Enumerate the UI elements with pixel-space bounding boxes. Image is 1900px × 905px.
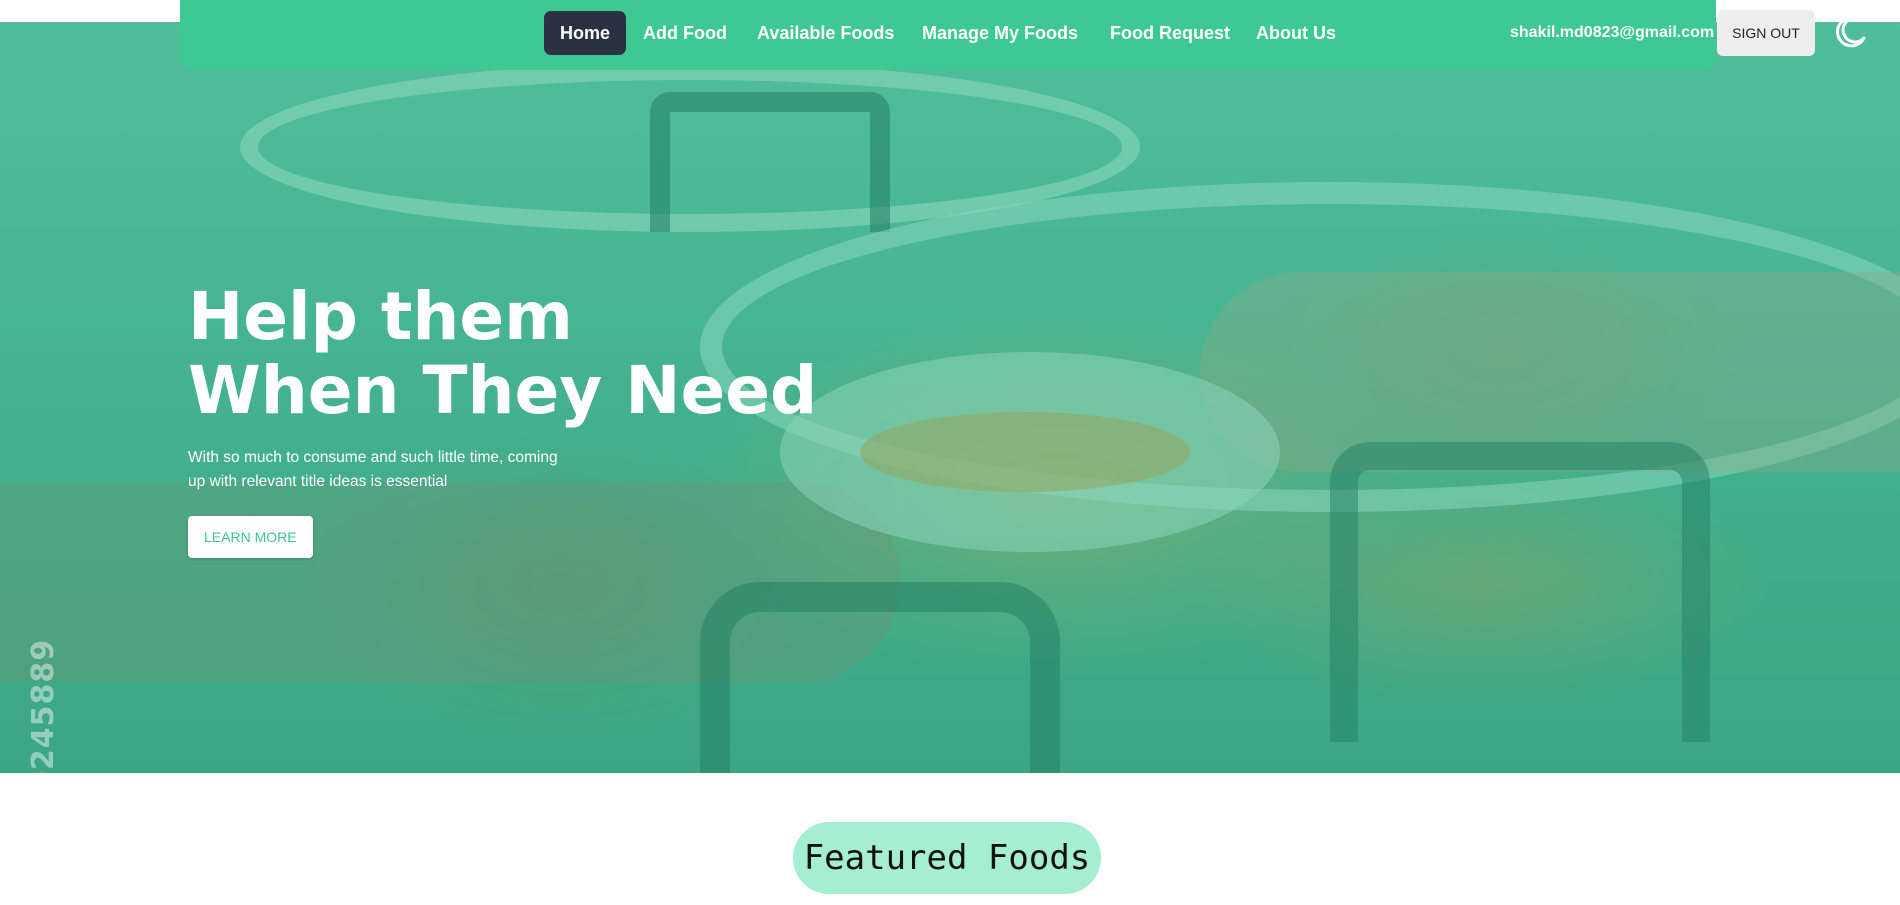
hero-subtitle: With so much to consume and such little …	[188, 449, 558, 490]
nav-item-about-us[interactable]: About Us	[1256, 11, 1336, 55]
hero-title: Help them When They Need	[188, 280, 908, 428]
featured-foods-heading: Featured Foods	[793, 822, 1101, 894]
hero-banner: 0245889 Help them When They Need With so…	[0, 22, 1900, 773]
nav-item-home[interactable]: Home	[544, 11, 627, 55]
sign-out-button[interactable]: SIGN OUT	[1717, 10, 1815, 56]
hero-title-line-1: Help them	[188, 278, 573, 355]
learn-more-button[interactable]: LEARN MORE	[188, 516, 313, 558]
nav-item-food-request[interactable]: Food Request	[1110, 11, 1230, 55]
moon-icon[interactable]	[1832, 14, 1868, 50]
hero-watermark: 0245889	[26, 638, 61, 773]
user-email: shakil.md0823@gmail.com	[1510, 24, 1715, 41]
nav-item-available-foods[interactable]: Available Foods	[757, 11, 894, 55]
top-navbar: Home Add Food Available Foods Manage My …	[180, 0, 1866, 70]
nav-item-manage-my-foods[interactable]: Manage My Foods	[922, 11, 1078, 55]
nav-item-add-food[interactable]: Add Food	[643, 11, 727, 55]
hero-title-line-2: When They Need	[188, 352, 818, 429]
hero-content: Help them When They Need With so much to…	[188, 280, 908, 558]
